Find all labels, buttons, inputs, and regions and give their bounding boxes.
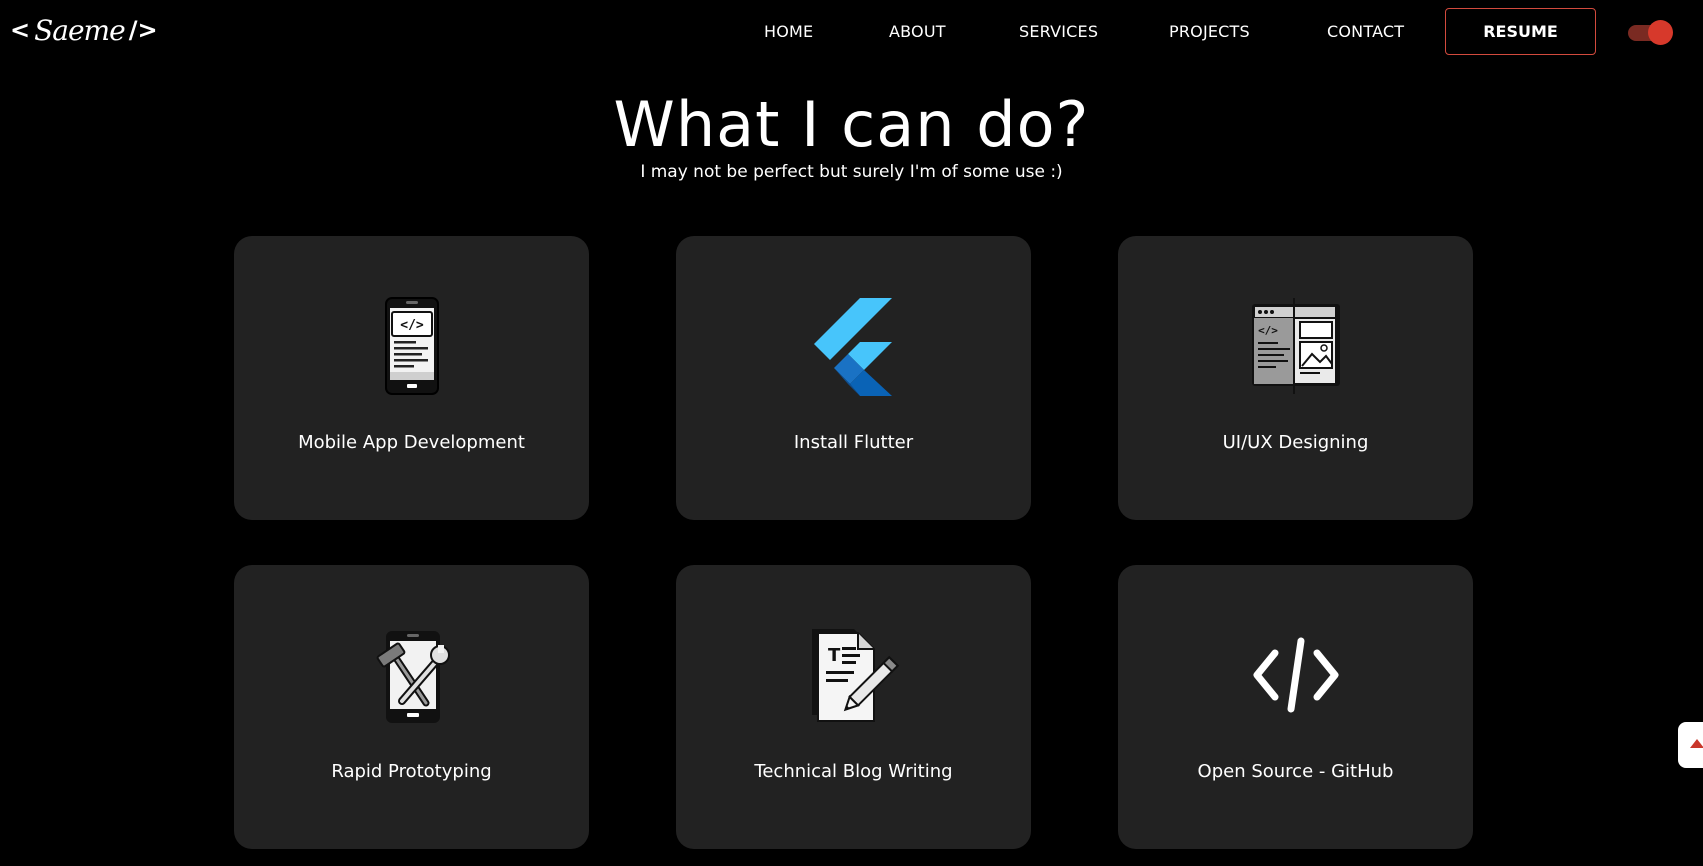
- service-label: UI/UX Designing: [1222, 432, 1369, 453]
- service-label: Install Flutter: [793, 432, 914, 453]
- code-icon: [1118, 625, 1473, 725]
- page: < Saeme /> HOME ABOUT SERVICES PROJECTS …: [0, 0, 1703, 866]
- prototyping-tools-icon: [234, 625, 589, 725]
- service-card-open-source[interactable]: Open Source - GitHub: [1118, 565, 1473, 849]
- service-card-mobile-app[interactable]: </> Mobile App Development: [234, 236, 589, 520]
- ui-ux-design-icon: </>: [1118, 296, 1473, 396]
- flutter-icon: [676, 296, 1031, 396]
- resume-button[interactable]: RESUME: [1445, 8, 1596, 55]
- theme-toggle[interactable]: [1628, 20, 1673, 45]
- theme-toggle-knob: [1648, 20, 1673, 45]
- service-card-ui-ux[interactable]: </> UI/UX Designing: [1118, 236, 1473, 520]
- service-card-blog[interactable]: T Technical Blog Writing: [676, 565, 1031, 849]
- nav-item-projects[interactable]: PROJECTS: [1169, 22, 1250, 41]
- service-label: Mobile App Development: [298, 432, 525, 453]
- service-card-prototyping[interactable]: Rapid Prototyping: [234, 565, 589, 849]
- nav-item-services[interactable]: SERVICES: [1019, 22, 1098, 41]
- nav-item-about[interactable]: ABOUT: [889, 22, 946, 41]
- mobile-code-icon: </>: [234, 296, 589, 396]
- blog-writing-icon: T: [676, 625, 1031, 725]
- svg-text:</>: </>: [1258, 324, 1278, 337]
- svg-text:T: T: [828, 645, 841, 666]
- section-title: What I can do?: [613, 88, 1090, 161]
- svg-text:</>: </>: [400, 318, 424, 333]
- scroll-to-top-button[interactable]: [1678, 722, 1703, 768]
- service-label: Technical Blog Writing: [754, 761, 953, 782]
- navbar: < Saeme /> HOME ABOUT SERVICES PROJECTS …: [0, 0, 1703, 66]
- service-card-flutter[interactable]: Install Flutter: [676, 236, 1031, 520]
- arrow-up-icon: [1690, 739, 1703, 748]
- nav-item-contact[interactable]: CONTACT: [1327, 22, 1404, 41]
- service-label: Open Source - GitHub: [1197, 761, 1394, 782]
- service-label: Rapid Prototyping: [331, 761, 492, 782]
- section-subtitle: I may not be perfect but surely I'm of s…: [640, 162, 1063, 182]
- nav-item-home[interactable]: HOME: [764, 22, 813, 41]
